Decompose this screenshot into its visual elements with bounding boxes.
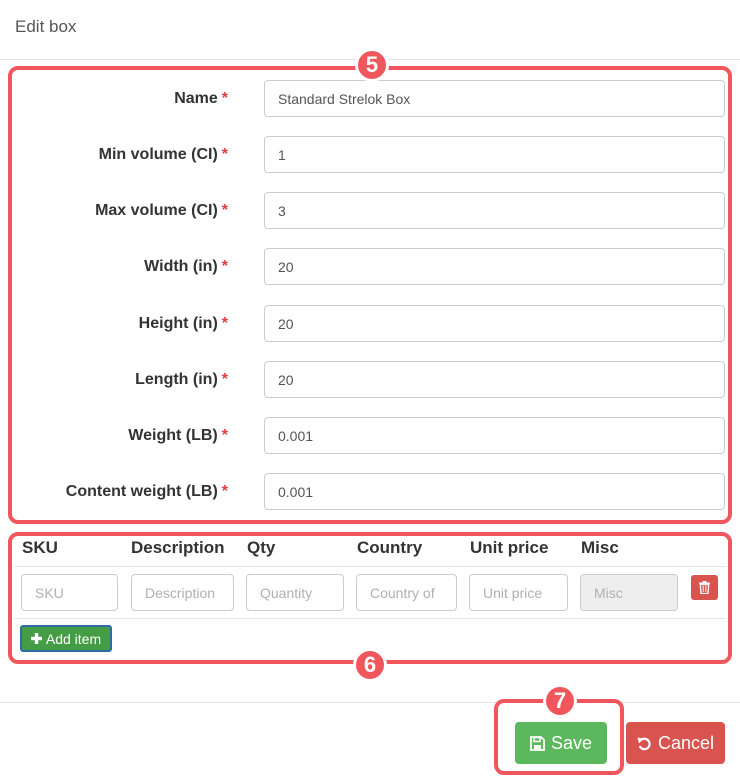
annotation-badge-6: 6 [353,648,387,682]
dialog-title: Edit box [15,17,77,36]
cancel-label: Cancel [657,732,715,753]
undo-icon [637,737,651,750]
cancel-button[interactable]: Cancel [626,722,725,764]
annotation-box-5 [8,66,732,524]
annotation-badge-7: 7 [543,684,577,718]
annotation-badge-5: 5 [355,48,389,82]
footer-divider [0,702,740,703]
annotation-box-6 [8,532,732,664]
